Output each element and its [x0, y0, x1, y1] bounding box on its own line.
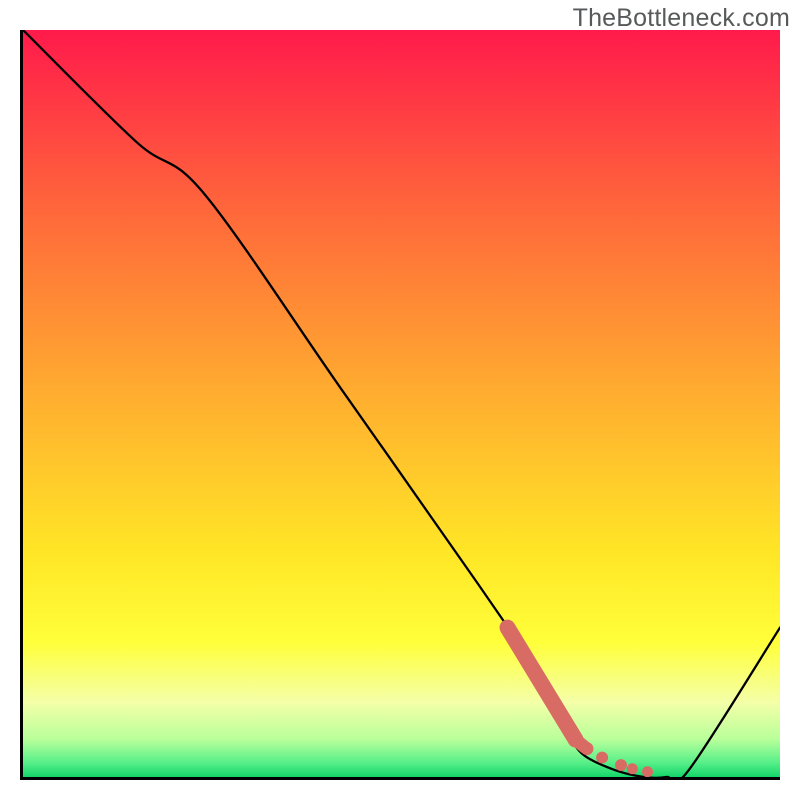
watermark-text: TheBottleneck.com: [573, 4, 790, 33]
curve-layer: [23, 30, 780, 777]
bottleneck-curve: [23, 30, 780, 777]
chart-svg: [23, 30, 780, 777]
chart-wrapper: TheBottleneck.com: [0, 0, 800, 800]
accent-dot: [596, 752, 608, 764]
accent-dot: [642, 766, 653, 777]
plot-area: [20, 30, 780, 780]
accent-dot: [615, 759, 627, 771]
accent-solid-segment: [507, 628, 575, 740]
accent-dot: [627, 763, 638, 774]
accent-dot: [580, 742, 593, 755]
accent-layer: [507, 628, 653, 777]
